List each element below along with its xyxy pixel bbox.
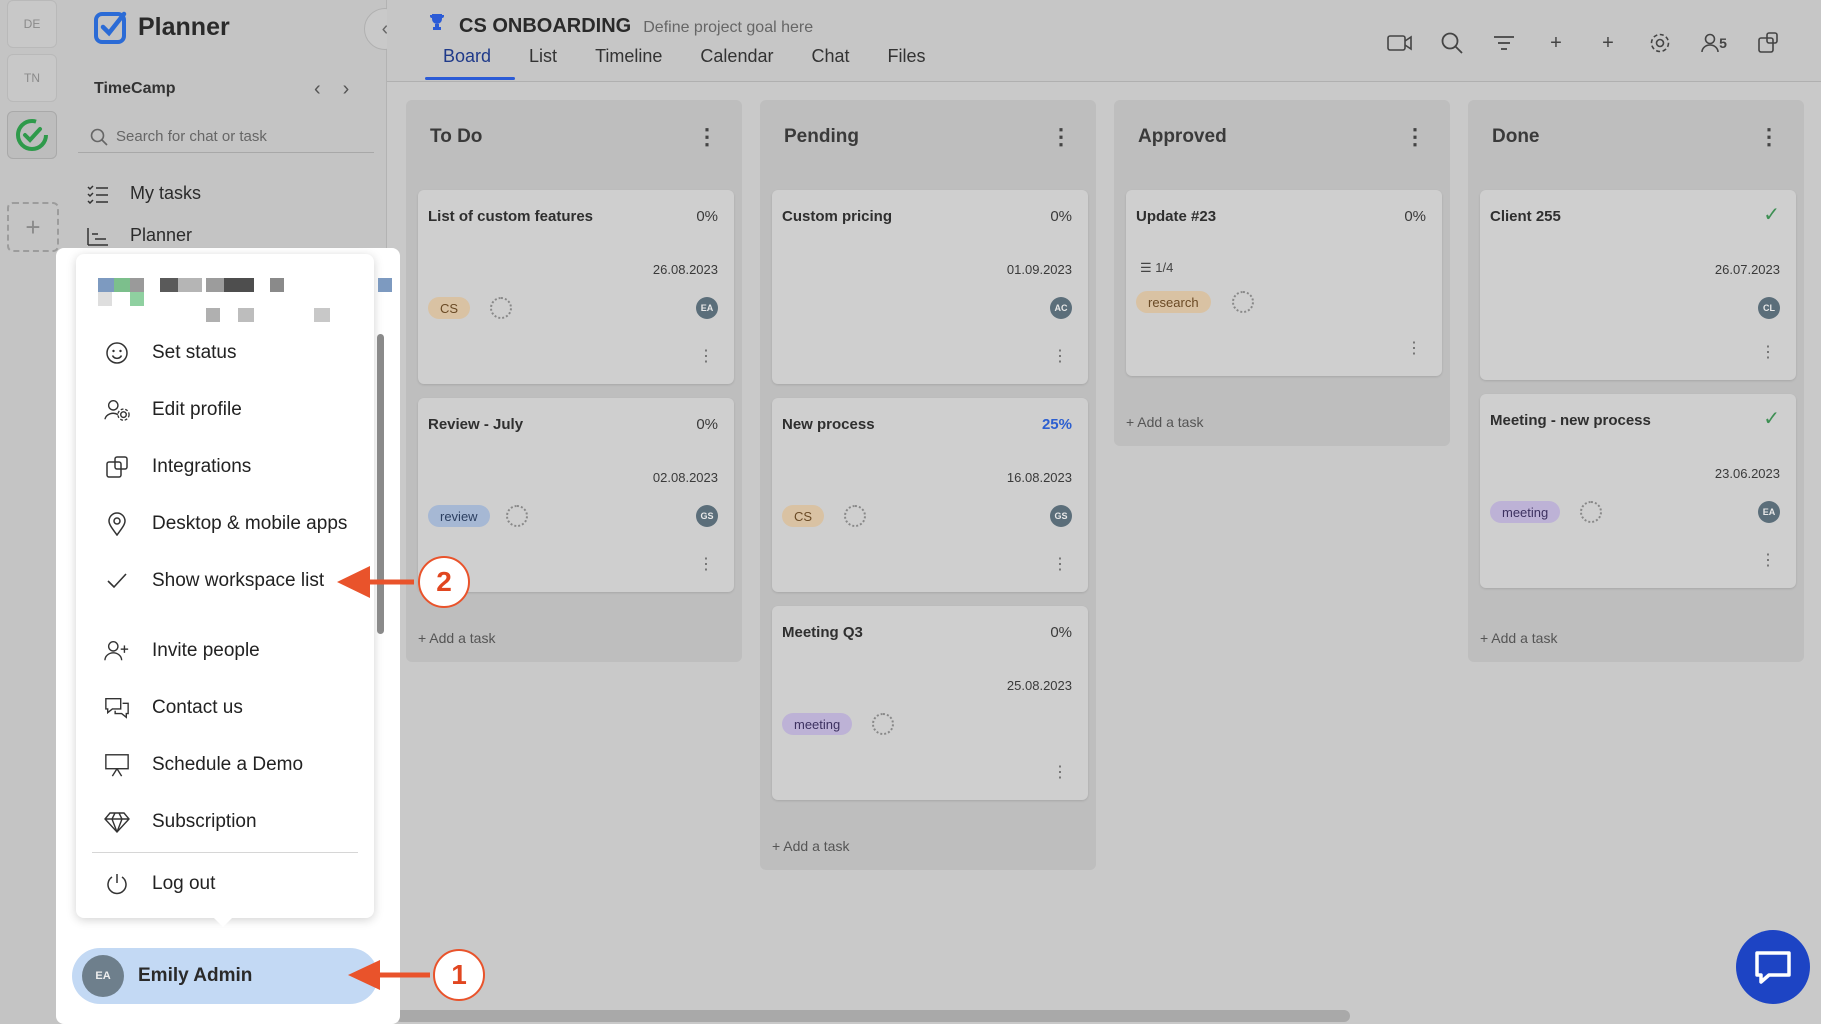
annotation-badge-1: 1 <box>433 949 485 1001</box>
support-chat-button[interactable] <box>1736 930 1810 1004</box>
arrow-to-profile-button <box>348 960 430 990</box>
annotation-badge-2: 2 <box>418 556 470 608</box>
annotation-arrows <box>337 566 430 990</box>
arrow-to-show-workspace-list <box>337 566 414 598</box>
chat-icon <box>1755 951 1791 984</box>
